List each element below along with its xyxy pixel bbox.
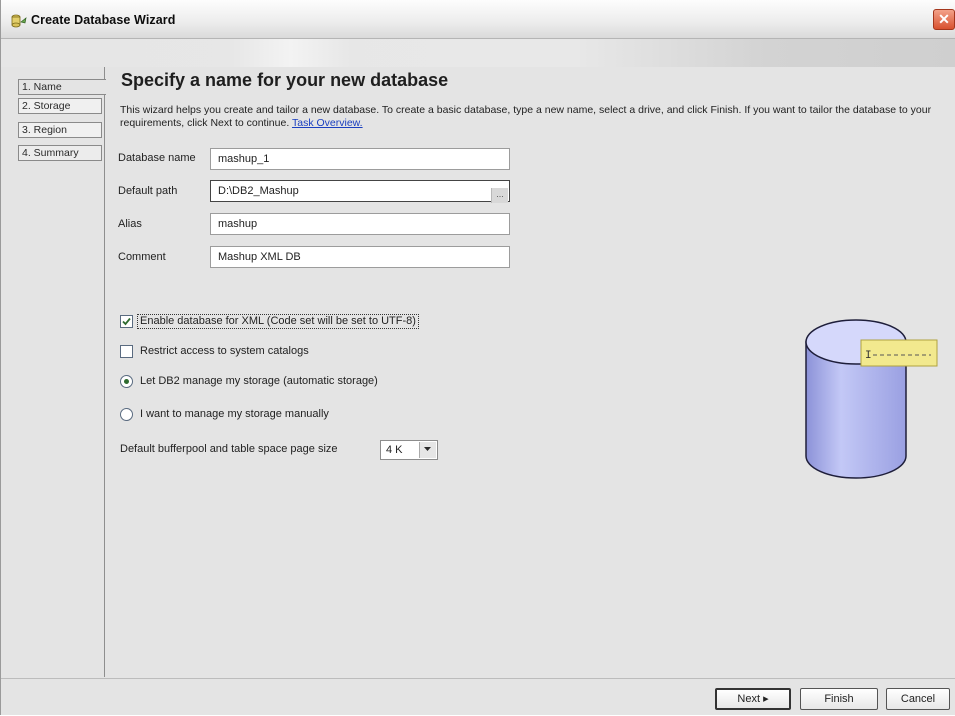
svg-text:I: I [865, 350, 872, 362]
default-path-input[interactable]: D:\DB2_Mashup [210, 180, 510, 202]
page-size-label: Default bufferpool and table space page … [120, 443, 338, 455]
automatic-storage-label: Let DB2 manage my storage (automatic sto… [140, 375, 378, 387]
radio-selected-dot [124, 379, 129, 384]
header-banner [1, 39, 955, 67]
page-description: This wizard helps you create and tailor … [120, 104, 950, 130]
alias-label: Alias [118, 218, 142, 230]
comment-label: Comment [118, 251, 166, 263]
page-size-select[interactable]: 4 K [380, 440, 438, 460]
step-storage[interactable]: 2. Storage [18, 98, 102, 114]
manual-storage-radio[interactable] [120, 408, 133, 421]
manual-storage-label: I want to manage my storage manually [140, 408, 329, 420]
comment-input[interactable]: Mashup XML DB [210, 246, 510, 268]
automatic-storage-option[interactable]: Let DB2 manage my storage (automatic sto… [120, 375, 440, 391]
enable-xml-option[interactable]: Enable database for XML (Code set will b… [120, 314, 480, 331]
chevron-down-icon[interactable] [419, 442, 436, 458]
default-path-value: D:\DB2_Mashup [218, 185, 299, 197]
database-name-label: Database name [118, 152, 196, 164]
checkmark-icon [122, 317, 131, 326]
cancel-button[interactable]: Cancel [886, 688, 950, 710]
close-icon: ✕ [938, 11, 950, 27]
restrict-catalogs-checkbox[interactable] [120, 345, 133, 358]
enable-xml-checkbox[interactable] [120, 315, 133, 328]
automatic-storage-radio[interactable] [120, 375, 133, 388]
database-wizard-icon [11, 14, 27, 28]
page-size-value: 4 K [386, 444, 403, 456]
browse-button[interactable]: ... [491, 188, 508, 203]
enable-xml-label: Enable database for XML (Code set will b… [137, 314, 419, 329]
title-bar[interactable]: Create Database Wizard ✕ [1, 0, 955, 39]
finish-button[interactable]: Finish [800, 688, 878, 710]
step-summary[interactable]: 4. Summary [18, 145, 102, 161]
step-name[interactable]: 1. Name [18, 79, 106, 95]
page-title: Specify a name for your new database [121, 70, 449, 90]
wizard-window: Create Database Wizard ✕ 1. Name 2. Stor… [0, 0, 955, 715]
step-region[interactable]: 3. Region [18, 122, 102, 138]
banner-highlight [231, 39, 351, 67]
manual-storage-option[interactable]: I want to manage my storage manually [120, 408, 400, 424]
description-text: This wizard helps you create and tailor … [120, 104, 932, 129]
restrict-catalogs-option[interactable]: Restrict access to system catalogs [120, 345, 380, 361]
default-path-label: Default path [118, 185, 178, 197]
close-button[interactable]: ✕ [933, 9, 955, 30]
task-overview-link[interactable]: Task Overview. [292, 117, 363, 129]
restrict-catalogs-label: Restrict access to system catalogs [140, 345, 309, 357]
alias-input[interactable]: mashup [210, 213, 510, 235]
window-title: Create Database Wizard [31, 13, 176, 27]
database-name-input[interactable]: mashup_1 [210, 148, 510, 170]
next-button[interactable]: Next ▸ [715, 688, 791, 710]
database-cylinder-graphic: I [805, 319, 938, 479]
